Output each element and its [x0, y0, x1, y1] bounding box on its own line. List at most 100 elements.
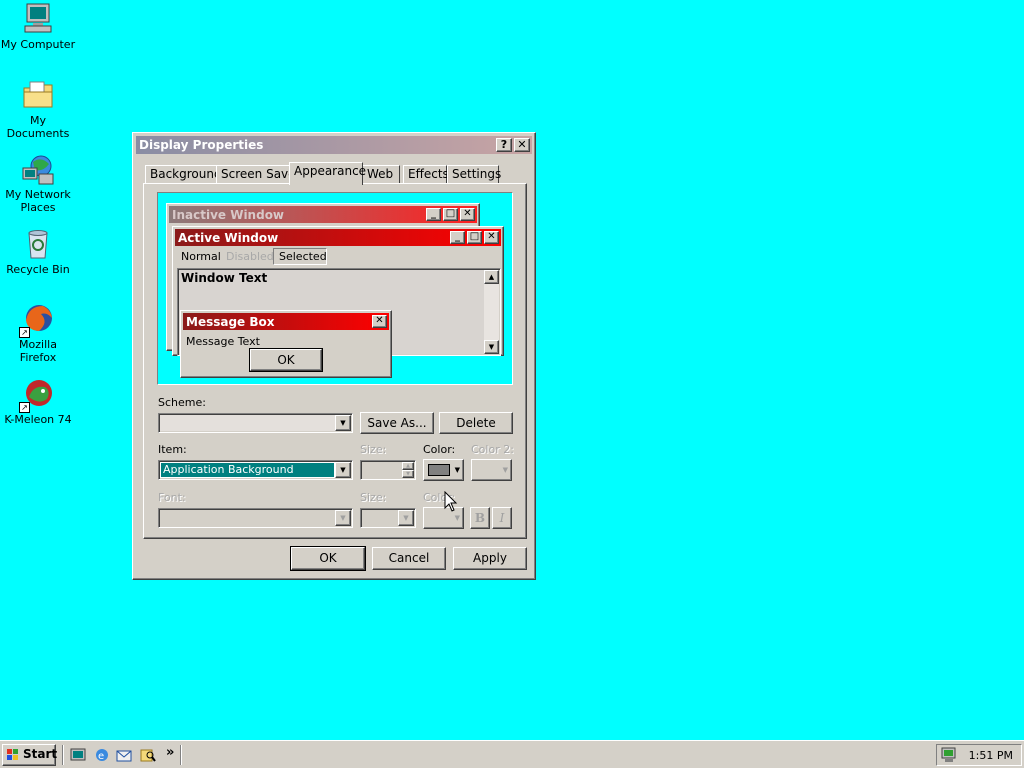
quick-launch-chevron[interactable]: »	[166, 745, 174, 760]
desktop-icon-mozilla-firefox[interactable]: ↗ Mozilla Firefox	[0, 302, 76, 364]
bold-button: B	[470, 507, 490, 529]
preview-inactive-title: Inactive Window	[172, 208, 285, 222]
item-color2-button: ▼	[471, 459, 512, 481]
preview-msgbox-ok: OK	[249, 348, 323, 372]
desktop-icon-label: My Network Places	[5, 188, 71, 214]
preview-msgbox-title: Message Box	[186, 315, 275, 329]
item-size-label: Size:	[360, 443, 387, 456]
close-icon: ✕	[460, 208, 475, 221]
minimize-icon: _	[450, 231, 465, 244]
scroll-up-icon: ▲	[484, 270, 499, 284]
scroll-down-icon: ▼	[484, 340, 499, 354]
desktop-icon-label: My Computer	[0, 38, 76, 51]
tab-web[interactable]: Web	[362, 165, 400, 184]
k-meleon-icon: ↗	[19, 377, 55, 413]
chevron-down-icon[interactable]: ▼	[335, 415, 351, 431]
chevron-down-icon: ▼	[454, 466, 460, 474]
item-label: Item:	[158, 443, 187, 456]
desktop-icon-label: K-Meleon 74	[4, 413, 72, 426]
close-button[interactable]: ✕	[514, 138, 530, 152]
desktop-icon-k-meleon[interactable]: ↗ K-Meleon 74	[0, 377, 76, 426]
internet-explorer-icon[interactable]: e	[94, 747, 112, 763]
preview-menu-selected: Selected	[273, 248, 327, 265]
svg-text:e: e	[98, 751, 104, 762]
minimize-icon: _	[426, 208, 441, 221]
windows-logo-icon	[6, 748, 20, 762]
item-size-spinner: ▲ ▼	[360, 460, 416, 480]
color-swatch	[428, 464, 450, 476]
computer-icon	[21, 2, 55, 36]
help-button[interactable]: ?	[496, 138, 512, 152]
desktop-icon-my-documents[interactable]: My Documents	[0, 78, 76, 140]
preview-message-box: Message Box ✕ Message Text OK	[180, 310, 392, 378]
close-icon: ✕	[484, 231, 499, 244]
preview-active-title: Active Window	[178, 231, 279, 245]
item-value: Application Background	[160, 462, 335, 478]
taskbar: Start e » 1:51 PM	[0, 740, 1024, 768]
preview-menu-disabled: Disabled	[226, 250, 274, 263]
firefox-icon: ↗	[19, 302, 55, 338]
mouse-cursor-icon	[444, 490, 458, 516]
font-label: Font:	[158, 491, 186, 504]
desktop-icon-label: Mozilla Firefox	[19, 338, 57, 364]
item-color2-label: Color 2:	[471, 443, 514, 456]
item-color-label: Color:	[423, 443, 456, 456]
font-size-select: ▼	[360, 508, 416, 528]
save-as-button[interactable]: Save As...	[360, 412, 434, 434]
start-label: Start	[23, 747, 58, 761]
outlook-express-icon[interactable]	[116, 747, 134, 763]
system-tray: 1:51 PM	[936, 744, 1022, 766]
item-select[interactable]: Application Background ▼	[158, 460, 353, 480]
tab-settings[interactable]: Settings	[447, 165, 501, 184]
display-properties-window: Display Properties ? ✕ Background Screen…	[132, 132, 536, 580]
desktop-icon-my-network-places[interactable]: My Network Places	[0, 152, 76, 214]
item-color-button[interactable]: ▼	[423, 459, 464, 481]
ok-button[interactable]: OK	[290, 546, 366, 571]
maximize-icon: □	[467, 231, 482, 244]
preview-active-titlebar: Active Window _ □ ✕	[175, 229, 501, 246]
maximize-icon: □	[443, 208, 458, 221]
shortcut-arrow-icon: ↗	[19, 327, 30, 338]
taskbar-divider	[180, 745, 182, 765]
start-button[interactable]: Start	[2, 744, 58, 766]
appearance-panel: Inactive Window _ □ ✕ Active Window _ □ …	[143, 183, 527, 539]
preview-scrollbar: ▲ ▼	[484, 270, 499, 354]
preview-window-text: Window Text	[181, 271, 268, 285]
scheme-label: Scheme:	[158, 396, 206, 409]
chevron-down-icon: ▼	[335, 510, 351, 526]
spin-up-icon: ▲	[402, 462, 414, 470]
shortcut-arrow-icon: ↗	[19, 402, 30, 413]
appearance-preview[interactable]: Inactive Window _ □ ✕ Active Window _ □ …	[157, 192, 513, 385]
font-select: ▼	[158, 508, 353, 528]
window-title: Display Properties	[139, 138, 264, 152]
desktop-icon-label: My Documents	[6, 114, 70, 140]
font-size-label: Size:	[360, 491, 387, 504]
chevron-down-icon: ▼	[398, 510, 414, 526]
close-icon: ✕	[372, 315, 387, 328]
delete-button[interactable]: Delete	[439, 412, 513, 434]
display-settings-tray-icon[interactable]	[941, 747, 957, 763]
preview-menu-normal: Normal	[181, 250, 221, 263]
tab-effects[interactable]: Effects	[403, 165, 449, 184]
preview-msgbox-text: Message Text	[186, 335, 260, 348]
search-icon[interactable]	[140, 747, 158, 763]
preview-msgbox-titlebar: Message Box ✕	[183, 313, 389, 330]
recycle-bin-icon	[21, 227, 55, 261]
show-desktop-icon[interactable]	[70, 747, 88, 763]
cancel-button[interactable]: Cancel	[372, 547, 446, 570]
tab-background[interactable]: Background	[145, 165, 222, 184]
folder-documents-icon	[21, 78, 55, 112]
clock[interactable]: 1:51 PM	[969, 749, 1013, 762]
apply-button[interactable]: Apply	[453, 547, 527, 570]
window-titlebar[interactable]: Display Properties ? ✕	[136, 136, 532, 154]
preview-inactive-titlebar: Inactive Window _ □ ✕	[169, 206, 477, 223]
tab-appearance[interactable]: Appearance	[289, 162, 366, 185]
chevron-down-icon: ▼	[502, 466, 508, 474]
chevron-down-icon[interactable]: ▼	[335, 462, 351, 478]
scheme-select[interactable]: ▼	[158, 413, 353, 433]
tab-screen-saver[interactable]: Screen Saver	[216, 165, 300, 184]
italic-button: I	[492, 507, 512, 529]
desktop-icon-my-computer[interactable]: My Computer	[0, 2, 76, 51]
desktop-icon-recycle-bin[interactable]: Recycle Bin	[0, 227, 76, 276]
network-icon	[21, 152, 55, 186]
